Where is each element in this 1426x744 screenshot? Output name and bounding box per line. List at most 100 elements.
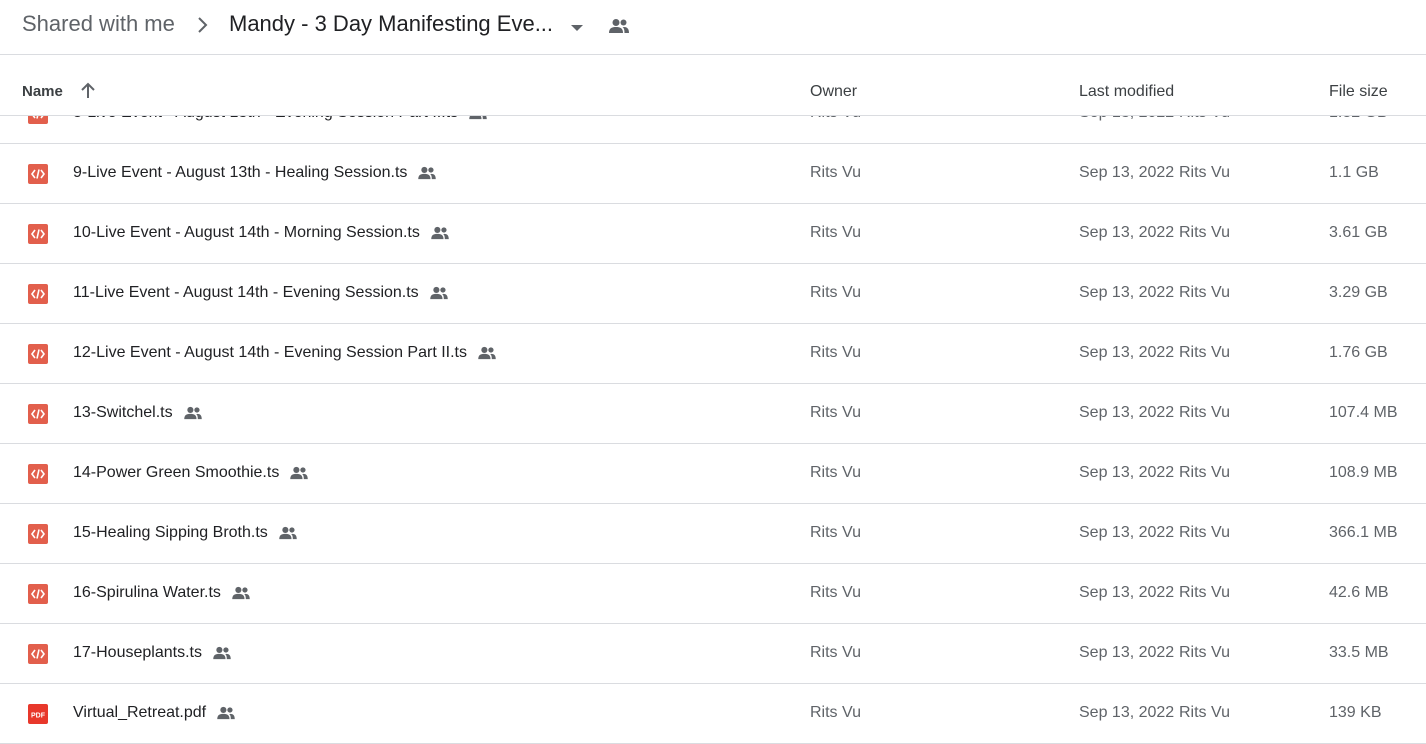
file-name[interactable]: 13-Switchel.ts [73,404,203,422]
caret-down-icon[interactable] [570,20,584,38]
file-name-label: 11-Live Event - August 14th - Evening Se… [73,284,419,301]
file-modified-by: Rits Vu [1179,704,1230,721]
file-modified-date: Sep 13, 2022 [1079,524,1175,541]
file-modified-date: Sep 13, 2022 [1079,644,1175,661]
shared-people-icon [417,166,437,180]
file-name[interactable]: 15-Healing Sipping Broth.ts [73,524,298,542]
file-modified-date: Sep 13, 2022 [1079,584,1175,601]
file-row[interactable]: 14-Power Green Smoothie.ts Rits Vu Sep 13,… [0,444,1426,504]
file-name-label: 12-Live Event - August 14th - Evening Se… [73,344,467,361]
chevron-right-icon [196,16,210,39]
file-modified-by: Rits Vu [1179,284,1230,301]
file-row[interactable]: 13-Switchel.ts Rits Vu Sep 13, 2022 Rits Vu… [0,384,1426,444]
file-modified-by: Rits Vu [1179,164,1230,181]
file-name[interactable]: 9-Live Event - August 13th - Healing Ses… [73,164,437,182]
shared-people-icon [430,226,450,240]
code-file-icon [28,644,48,664]
file-name[interactable]: 12-Live Event - August 14th - Evening Se… [73,344,497,362]
file-owner: Rits Vu [810,584,861,601]
file-name[interactable]: 14-Power Green Smoothie.ts [73,464,309,482]
code-file-icon [28,284,48,304]
code-file-icon [28,224,48,244]
file-modified-by: Rits Vu [1179,224,1230,241]
file-modified-date: Sep 13, 2022 [1079,344,1175,361]
file-size: 33.5 MB [1329,644,1389,661]
file-size: 108.9 MB [1329,464,1398,481]
code-file-icon [28,584,48,604]
code-file-icon [28,524,48,544]
file-size: 139 KB [1329,704,1382,721]
file-size: 107.4 MB [1329,404,1398,421]
column-last-modified[interactable]: Last modified [1079,83,1174,101]
shared-people-icon [231,586,251,600]
file-name-label: 14-Power Green Smoothie.ts [73,464,280,481]
shared-people-icon [477,346,497,360]
file-row[interactable]: 12-Live Event - August 14th - Evening Se… [0,324,1426,384]
shared-people-icon [183,406,203,420]
column-file-size[interactable]: File size [1329,83,1388,101]
file-owner: Rits Vu [810,644,861,661]
shared-people-icon [289,466,309,480]
file-modified-by: Rits Vu [1179,524,1230,541]
file-modified-date: Sep 13, 2022 [1079,404,1175,421]
file-owner: Rits Vu [810,464,861,481]
breadcrumb-bar: Shared with me Mandy - 3 Day Manifesting… [0,0,1426,55]
shared-people-icon [429,286,449,300]
file-modified-by: Rits Vu [1179,584,1230,601]
file-size: 1.1 GB [1329,164,1379,181]
code-file-icon [28,464,48,484]
file-modified-date: Sep 13, 2022 [1079,704,1175,721]
file-row[interactable]: 16-Spirulina Water.ts Rits Vu Sep 13, 2022… [0,564,1426,624]
file-modified-date: Sep 13, 2022 [1079,164,1175,181]
arrow-up-icon[interactable] [80,82,96,105]
file-modified-date: Sep 13, 2022 [1079,284,1175,301]
file-name-label: 10-Live Event - August 14th - Morning Se… [73,224,420,241]
file-name[interactable]: Virtual_Retreat.pdf [73,704,236,722]
file-row[interactable]: 15-Healing Sipping Broth.ts Rits Vu Sep 13… [0,504,1426,564]
file-name[interactable]: 11-Live Event - August 14th - Evening Se… [73,284,449,302]
column-owner[interactable]: Owner [810,83,857,101]
file-list-header: Name Owner Last modified File size [0,56,1426,116]
file-owner: Rits Vu [810,164,861,181]
breadcrumb-shared-with-me[interactable]: Shared with me [22,11,175,37]
file-modified-by: Rits Vu [1179,344,1230,361]
svg-text:PDF: PDF [31,713,46,720]
shared-people-icon [278,526,298,540]
file-modified-by: Rits Vu [1179,464,1230,481]
file-name-label: 15-Healing Sipping Broth.ts [73,524,268,541]
file-owner: Rits Vu [810,284,861,301]
file-name-label: 17-Houseplants.ts [73,644,202,661]
file-row[interactable]: 9-Live Event - August 13th - Healing Ses… [0,144,1426,204]
file-row[interactable]: 11-Live Event - August 14th - Evening Se… [0,264,1426,324]
file-modified-by: Rits Vu [1179,404,1230,421]
file-name-label: 16-Spirulina Water.ts [73,584,221,601]
code-file-icon [28,404,48,424]
pdf-file-icon: PDF [28,704,48,724]
file-size: 3.29 GB [1329,284,1388,301]
file-size: 366.1 MB [1329,524,1398,541]
file-row[interactable]: PDF Virtual_Retreat.pdf Rits Vu Sep 13, 202… [0,684,1426,744]
shared-people-icon[interactable] [608,18,630,39]
file-row[interactable]: 10-Live Event - August 14th - Morning Se… [0,204,1426,264]
file-owner: Rits Vu [810,344,861,361]
file-modified-date: Sep 13, 2022 [1079,224,1175,241]
file-name[interactable]: 16-Spirulina Water.ts [73,584,251,602]
file-name-label: Virtual_Retreat.pdf [73,704,207,721]
shared-people-icon [216,706,236,720]
file-owner: Rits Vu [810,524,861,541]
file-name[interactable]: 17-Houseplants.ts [73,644,232,662]
file-name[interactable]: 10-Live Event - August 14th - Morning Se… [73,224,450,242]
file-row[interactable]: 17-Houseplants.ts Rits Vu Sep 13, 2022 Rits… [0,624,1426,684]
column-name[interactable]: Name [22,83,63,100]
file-owner: Rits Vu [810,704,861,721]
breadcrumb-current-folder[interactable]: Mandy - 3 Day Manifesting Eve... [229,11,553,37]
file-size: 42.6 MB [1329,584,1389,601]
file-size: 1.76 GB [1329,344,1388,361]
file-modified-date: Sep 13, 2022 [1079,464,1175,481]
code-file-icon [28,344,48,364]
file-size: 3.61 GB [1329,224,1388,241]
file-name-label: 9-Live Event - August 13th - Healing Ses… [73,164,408,181]
file-owner: Rits Vu [810,404,861,421]
file-modified-by: Rits Vu [1179,644,1230,661]
file-name-label: 13-Switchel.ts [73,404,173,421]
